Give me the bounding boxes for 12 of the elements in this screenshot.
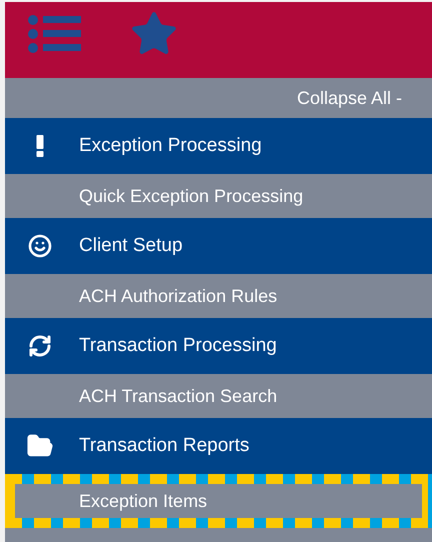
submenu-item[interactable]: Quick Exception Processing	[5, 174, 432, 218]
collapse-all-link[interactable]: Collapse All -	[296, 88, 402, 108]
menu-section[interactable]: Client Setup	[5, 218, 432, 274]
submenu-item[interactable]: ACH Authorization Rules	[5, 274, 432, 318]
menu-section[interactable]: Exception Processing	[5, 118, 432, 174]
exclamation-icon	[36, 135, 44, 157]
menu-section[interactable]: Transaction Reports	[5, 418, 432, 474]
menu-section[interactable]: Transaction Processing	[5, 318, 432, 374]
refresh-icon	[28, 334, 52, 358]
submenu-item[interactable]: Exception Items	[5, 474, 432, 528]
submenu-item[interactable]: ACH Transaction Search	[5, 374, 432, 418]
smiley-icon	[28, 234, 52, 258]
